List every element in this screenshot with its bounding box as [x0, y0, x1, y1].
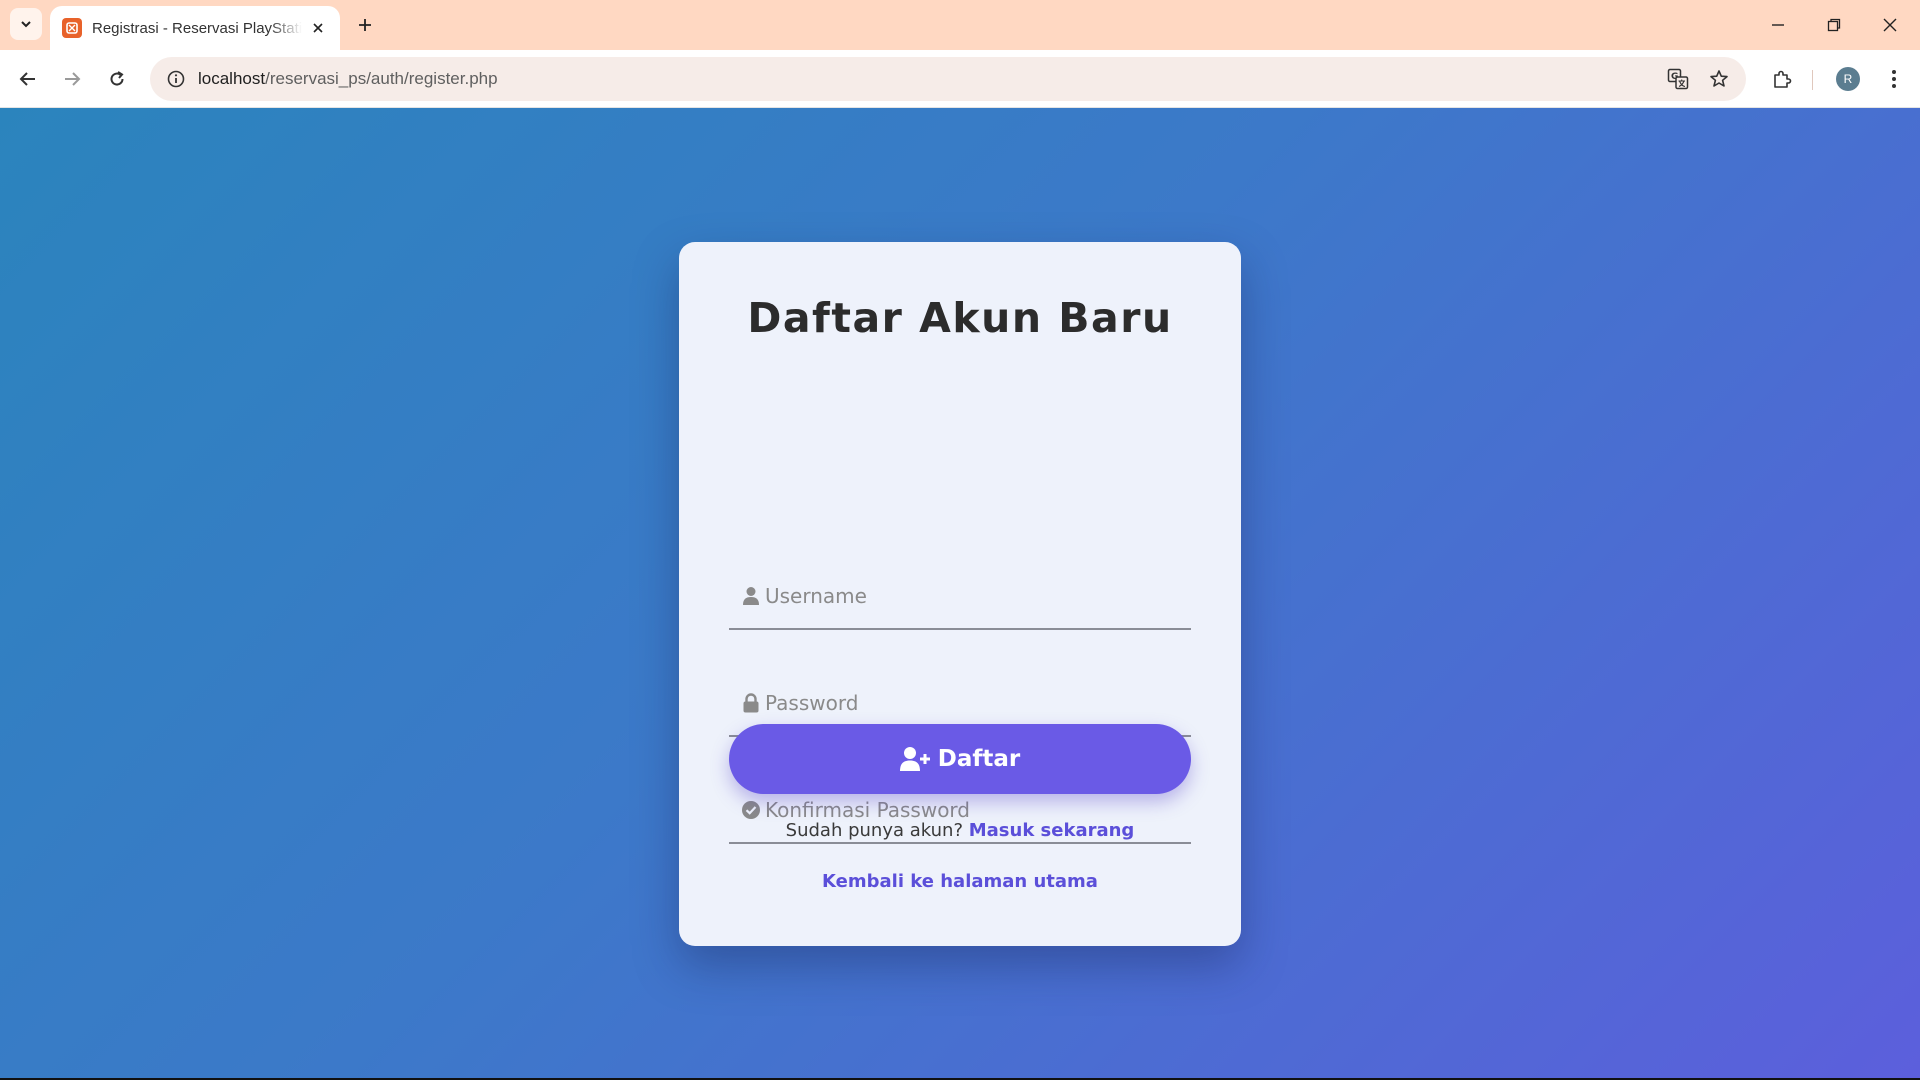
user-icon	[741, 586, 761, 606]
tab-favicon-icon	[62, 18, 82, 38]
toolbar-divider	[1812, 70, 1813, 90]
password-input[interactable]	[765, 691, 1185, 715]
register-card: Daftar Akun Baru Daftar	[679, 242, 1241, 946]
reload-icon[interactable]	[101, 63, 133, 95]
confirm-password-input[interactable]	[765, 798, 1185, 822]
extensions-icon[interactable]	[1766, 63, 1798, 95]
url-host: localhost	[198, 69, 266, 88]
page-background: Daftar Akun Baru Daftar	[0, 108, 1920, 1078]
translate-icon[interactable]: G	[1662, 63, 1694, 95]
tab-search-button[interactable]	[10, 8, 42, 40]
back-to-home-link[interactable]: Kembali ke halaman utama	[822, 871, 1098, 892]
profile-button[interactable]: R	[1832, 63, 1864, 95]
register-button[interactable]: Daftar	[729, 724, 1191, 794]
lock-icon	[741, 693, 761, 713]
address-bar[interactable]: localhost/reservasi_ps/auth/register.php…	[150, 57, 1746, 101]
forward-icon[interactable]	[56, 63, 88, 95]
back-icon[interactable]	[12, 63, 44, 95]
browser-toolbar: localhost/reservasi_ps/auth/register.php…	[0, 50, 1920, 108]
login-link[interactable]: Masuk sekarang	[969, 820, 1135, 841]
chevron-down-icon	[21, 21, 31, 28]
new-tab-icon[interactable]	[352, 12, 378, 38]
menu-kebab-icon[interactable]	[1878, 63, 1910, 95]
url-path: /reservasi_ps/auth/register.php	[265, 69, 498, 88]
restore-icon[interactable]	[1814, 10, 1854, 40]
username-field[interactable]	[729, 564, 1191, 630]
tab-title: Registrasi - Reservasi PlayStation	[92, 19, 302, 37]
bookmark-star-icon[interactable]	[1703, 63, 1735, 95]
check-circle-icon	[741, 800, 761, 820]
page-title: Daftar Akun Baru	[747, 294, 1173, 342]
user-plus-icon	[899, 746, 932, 772]
avatar: R	[1836, 67, 1860, 91]
site-info-icon[interactable]	[154, 57, 198, 101]
username-input[interactable]	[765, 584, 1185, 608]
home-link-line: Kembali ke halaman utama	[679, 871, 1241, 892]
minimize-icon[interactable]	[1758, 10, 1798, 40]
window-close-icon[interactable]	[1870, 10, 1910, 40]
register-button-label: Daftar	[937, 746, 1021, 772]
login-prompt-text: Sudah punya akun?	[785, 820, 963, 841]
browser-tabstrip: Registrasi - Reservasi PlayStation	[0, 0, 1920, 50]
login-prompt-line: Sudah punya akun? Masuk sekarang	[679, 820, 1241, 841]
browser-tab-active[interactable]: Registrasi - Reservasi PlayStation	[50, 6, 340, 50]
url-text[interactable]: localhost/reservasi_ps/auth/register.php	[198, 69, 498, 89]
tab-close-icon[interactable]	[308, 18, 328, 38]
